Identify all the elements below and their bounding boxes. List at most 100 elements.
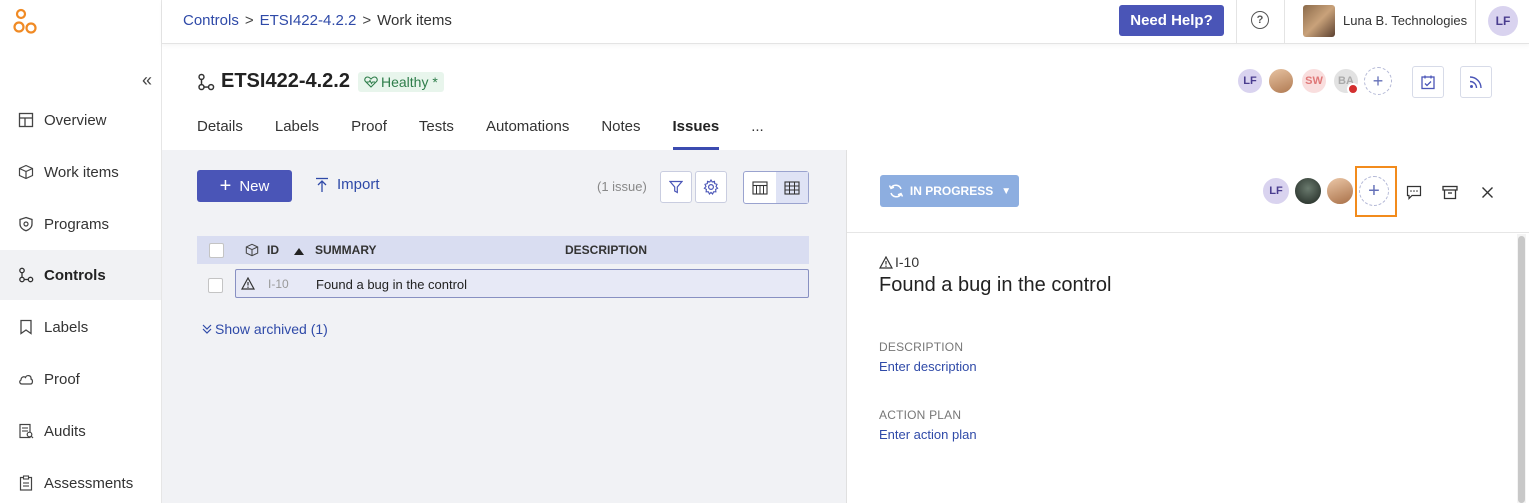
breadcrumb-current: Work items [377, 12, 452, 29]
divider [1475, 0, 1476, 44]
comment-button[interactable] [1406, 184, 1422, 200]
sidebar-item-labels[interactable]: Labels [0, 302, 161, 352]
collapse-sidebar-button[interactable]: « [142, 70, 152, 91]
sidebar: « Overview Work items Programs Controls … [0, 0, 162, 503]
tab-bar: Details Labels Proof Tests Automations N… [197, 118, 796, 150]
import-button[interactable]: Import [315, 176, 380, 193]
org-avatar[interactable] [1303, 5, 1335, 37]
table-row[interactable]: I-10 Found a bug in the control [235, 269, 809, 298]
row-checkbox[interactable] [208, 278, 223, 293]
tab-automations[interactable]: Automations [486, 118, 569, 150]
action-plan-field[interactable]: Enter action plan [879, 427, 977, 442]
help-icon[interactable]: ? [1251, 11, 1269, 29]
board-view-button[interactable] [744, 172, 776, 203]
new-issue-button[interactable]: + New [197, 170, 292, 202]
box-icon [18, 164, 34, 180]
health-label: Healthy * [380, 73, 438, 90]
assignee-avatar[interactable] [1325, 176, 1355, 206]
divider [1236, 0, 1237, 44]
controls-icon [198, 73, 215, 90]
archive-button[interactable] [1442, 184, 1458, 200]
clipboard-icon [18, 475, 34, 491]
issues-list-panel: + New Import (1 issue) ID SUMMARY DESCRI… [162, 150, 846, 503]
show-archived-link[interactable]: Show archived (1) [202, 321, 328, 337]
sidebar-item-label: Assessments [44, 474, 134, 492]
overview-icon [18, 112, 34, 128]
sidebar-item-work-items[interactable]: Work items [0, 147, 161, 197]
top-bar: Controls > ETSI422-4.2.2 > Work items Need H… [162, 0, 1529, 44]
sidebar-item-label: Labels [44, 318, 89, 336]
tab-more[interactable]: ... [751, 118, 764, 150]
column-header-summary[interactable]: SUMMARY [315, 243, 377, 257]
need-help-button[interactable]: Need Help? [1119, 5, 1224, 36]
app-logo-icon[interactable] [12, 8, 40, 36]
owner-avatar[interactable] [1267, 67, 1295, 95]
controls-icon [18, 267, 34, 283]
close-button[interactable] [1479, 184, 1495, 200]
new-issue-label: New [239, 177, 270, 195]
settings-button[interactable] [695, 171, 727, 203]
archive-icon [1442, 185, 1458, 199]
user-avatar[interactable]: LF [1488, 6, 1518, 36]
tab-notes[interactable]: Notes [601, 118, 640, 150]
health-badge[interactable]: Healthy * [357, 71, 444, 92]
add-assignee-button[interactable]: + [1359, 176, 1389, 206]
tab-labels[interactable]: Labels [275, 118, 319, 150]
rss-icon [1469, 76, 1482, 89]
filter-button[interactable] [660, 171, 692, 203]
tab-tests[interactable]: Tests [419, 118, 454, 150]
status-dropdown[interactable]: IN PROGRESS ▼ [880, 175, 1019, 207]
breadcrumb-controls[interactable]: Controls [183, 12, 239, 29]
action-plan-label: ACTION PLAN [879, 408, 962, 422]
divider [1284, 0, 1285, 44]
refresh-icon [888, 184, 903, 198]
board-view-icon [752, 180, 768, 195]
sidebar-item-label: Proof [44, 370, 80, 388]
cloud-icon [18, 371, 34, 387]
sidebar-item-overview[interactable]: Overview [0, 95, 161, 145]
sidebar-item-programs[interactable]: Programs [0, 199, 161, 249]
close-icon [1481, 186, 1493, 198]
column-header-id[interactable]: ID [267, 243, 279, 257]
gear-icon [703, 179, 719, 195]
sidebar-item-proof[interactable]: Proof [0, 354, 161, 404]
sidebar-item-audits[interactable]: Audits [0, 406, 161, 456]
breadcrumb: Controls > ETSI422-4.2.2 > Work items [183, 12, 452, 29]
breadcrumb-control-id[interactable]: ETSI422-4.2.2 [260, 12, 357, 29]
rss-feed-button[interactable] [1460, 66, 1492, 98]
tab-proof[interactable]: Proof [351, 118, 387, 150]
table-view-icon [784, 180, 800, 195]
show-archived-label: Show archived (1) [215, 321, 328, 337]
view-toggle [743, 171, 809, 204]
sort-ascending-icon[interactable] [294, 247, 304, 255]
assignee-avatar[interactable]: LF [1261, 176, 1291, 206]
assignee-avatar[interactable] [1293, 176, 1323, 206]
org-name[interactable]: Luna B. Technologies [1343, 13, 1467, 28]
tab-issues[interactable]: Issues [672, 118, 719, 150]
issue-title[interactable]: Found a bug in the control [879, 274, 1111, 297]
table-view-button[interactable] [776, 172, 808, 203]
column-header-description[interactable]: DESCRIPTION [565, 243, 647, 257]
plus-icon: + [219, 174, 232, 197]
issue-id-cell: I-10 [268, 277, 289, 291]
owner-avatar[interactable]: SW [1300, 67, 1328, 95]
filter-icon [669, 180, 683, 194]
warning-icon [241, 277, 255, 290]
audit-icon [18, 423, 34, 439]
issue-summary-cell: Found a bug in the control [316, 277, 468, 292]
select-all-checkbox[interactable] [209, 243, 224, 258]
sidebar-item-assessments[interactable]: Assessments [0, 458, 161, 503]
warning-icon [879, 255, 893, 269]
removed-badge-icon [1347, 83, 1359, 95]
add-owner-button[interactable]: + [1364, 67, 1392, 95]
description-field[interactable]: Enter description [879, 359, 977, 374]
sidebar-item-controls[interactable]: Controls [0, 250, 161, 300]
tab-details[interactable]: Details [197, 118, 243, 150]
heart-pulse-icon [364, 75, 378, 88]
label-icon [18, 319, 34, 335]
owner-avatar[interactable]: LF [1236, 67, 1264, 95]
calendar-check-button[interactable] [1412, 66, 1444, 98]
sidebar-item-label: Controls [44, 266, 106, 284]
breadcrumb-separator: > [362, 12, 372, 29]
scrollbar-thumb[interactable] [1518, 236, 1525, 503]
